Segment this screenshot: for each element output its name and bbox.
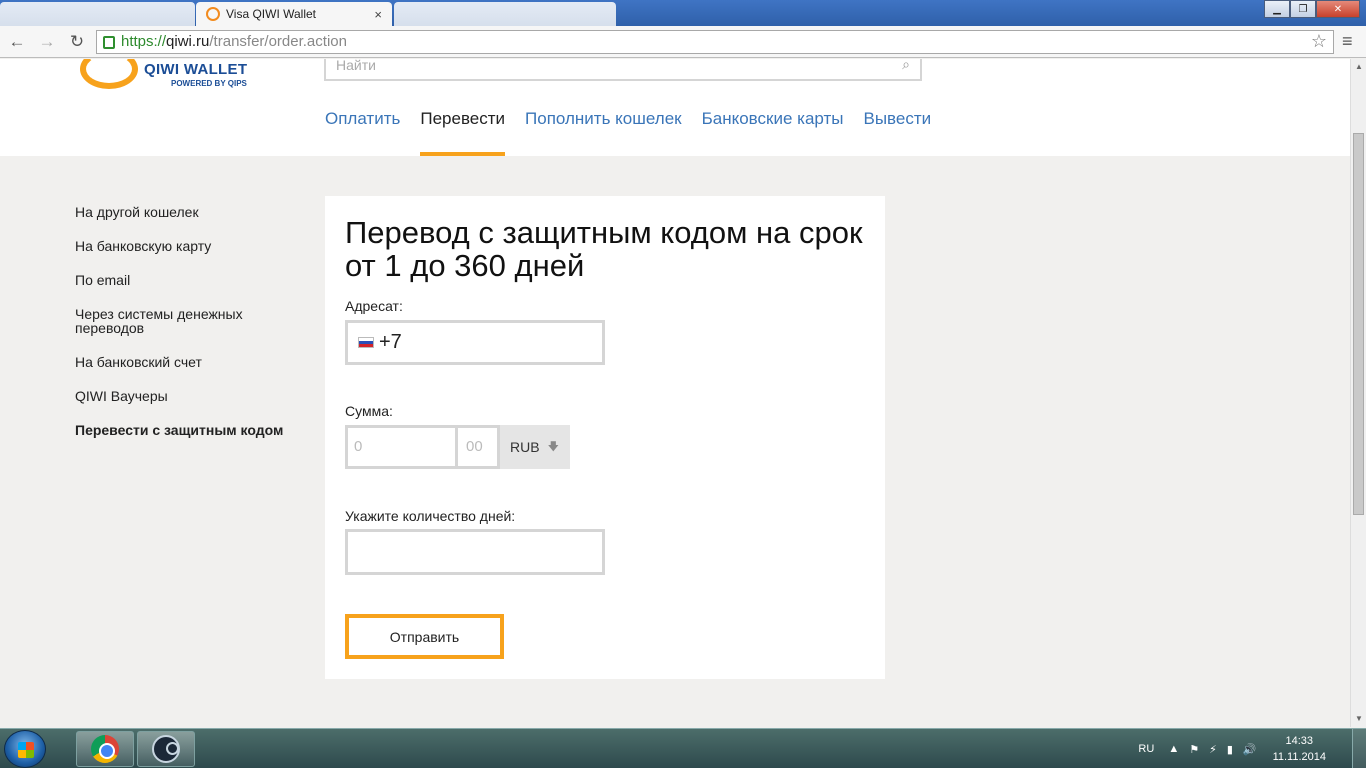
address-bar[interactable]: https:// qiwi.ru /transfer/order.action … (96, 29, 1334, 54)
qiwi-logo[interactable]: QIWI WALLET POWERED BY QIPS (80, 59, 260, 93)
submit-button[interactable]: Отправить (345, 614, 504, 659)
sidenav-item-vouchers[interactable]: QIWI Ваучеры (75, 389, 315, 403)
tab-title: Visa QIWI Wallet (226, 7, 317, 21)
steam-icon (152, 735, 180, 763)
sidenav-item-money-transfer-systems[interactable]: Через системы денежных переводов (75, 307, 275, 335)
russia-flag-icon[interactable] (358, 337, 374, 348)
scroll-up-icon[interactable]: ▲ (1351, 59, 1366, 75)
sidenav-item-bank-card[interactable]: На банковскую карту (75, 239, 315, 253)
action-center-flag-icon[interactable]: ⚑ (1189, 743, 1199, 756)
reload-icon[interactable]: ↻ (64, 29, 90, 55)
page-scrollbar[interactable]: ▲ ▼ (1350, 59, 1366, 727)
start-button[interactable] (4, 730, 46, 768)
taskbar-chrome[interactable] (76, 731, 134, 767)
language-indicator[interactable]: RU (1138, 743, 1154, 755)
nav-transfer[interactable]: Перевести (420, 109, 505, 156)
currency-select[interactable]: RUB 🡇 (500, 425, 570, 469)
show-hidden-icons-icon[interactable]: ▲ (1168, 743, 1179, 755)
arrow-down-icon: 🡇 (547, 440, 559, 453)
browser-tabstrip: Visa QIWI Wallet × ▁ ❐ ✕ (0, 0, 1366, 26)
currency-value: RUB (510, 439, 540, 455)
search-input[interactable]: Найти ⌕ (324, 59, 922, 81)
network-signal-icon[interactable]: ▮ (1227, 743, 1233, 756)
days-input[interactable] (345, 529, 605, 575)
system-tray: RU ▲ ⚑ ⚡ ▮ 🔊 14:33 11.11.2014 (1138, 729, 1366, 768)
windows-taskbar: RU ▲ ⚑ ⚡ ▮ 🔊 14:33 11.11.2014 (0, 728, 1366, 768)
browser-toolbar: ← → ↻ https:// qiwi.ru /transfer/order.a… (0, 26, 1366, 58)
nav-bank-cards[interactable]: Банковские карты (702, 109, 844, 156)
sidenav-item-other-wallet[interactable]: На другой кошелек (75, 205, 315, 219)
page: QIWI WALLET POWERED BY QIPS Найти ⌕ Опла… (0, 59, 1350, 727)
taskbar-steam[interactable] (137, 731, 195, 767)
tab-close-icon[interactable]: × (374, 7, 382, 22)
sidenav-item-protected-transfer[interactable]: Перевести с защитным кодом (75, 423, 315, 437)
amount-label: Сумма: (345, 403, 393, 419)
back-icon[interactable]: ← (4, 29, 30, 55)
clock[interactable]: 14:33 11.11.2014 (1273, 733, 1326, 765)
amount-decimal-input[interactable]: 00 (458, 425, 500, 469)
show-desktop-button[interactable] (1352, 729, 1366, 768)
sidenav-item-bank-account[interactable]: На банковский счет (75, 355, 315, 369)
recipient-label: Адресат: (345, 298, 403, 314)
maximize-button[interactable]: ❐ (1290, 0, 1316, 18)
transfer-form-card: Перевод с защитным кодом на срок от 1 до… (325, 196, 885, 679)
url-host: qiwi.ru (166, 33, 210, 50)
phone-prefix: +7 (379, 331, 402, 353)
url-scheme: https:// (121, 33, 167, 50)
main-nav: Оплатить Перевести Пополнить кошелек Бан… (325, 109, 951, 156)
page-title: Перевод с защитным кодом на срок от 1 до… (345, 215, 863, 283)
search-placeholder: Найти (336, 59, 376, 73)
tab-active[interactable]: Visa QIWI Wallet × (196, 2, 392, 26)
nav-topup-wallet[interactable]: Пополнить кошелек (525, 109, 682, 156)
nav-withdraw[interactable]: Вывести (863, 109, 931, 156)
logo-subtitle: POWERED BY QIPS (171, 79, 247, 88)
sidenav-item-email[interactable]: По email (75, 273, 315, 287)
url-path: /transfer/order.action (209, 33, 347, 50)
scroll-down-icon[interactable]: ▼ (1351, 711, 1366, 727)
amount-integer-input[interactable]: 0 (345, 425, 458, 469)
window-controls: ▁ ❐ ✕ (1264, 0, 1360, 18)
logo-text: QIWI WALLET (144, 61, 248, 78)
transfer-sidenav: На другой кошелек На банковскую карту По… (75, 205, 315, 457)
close-window-button[interactable]: ✕ (1316, 0, 1360, 18)
days-label: Укажите количество дней: (345, 508, 516, 524)
search-icon[interactable]: ⌕ (902, 59, 910, 73)
scroll-thumb[interactable] (1353, 133, 1364, 515)
site-header: QIWI WALLET POWERED BY QIPS Найти ⌕ Опла… (0, 59, 1350, 156)
qiwi-logo-mark-icon (80, 59, 138, 89)
qiwi-favicon-icon (206, 7, 220, 21)
recipient-phone-input[interactable]: +7 (345, 320, 605, 365)
clock-date: 11.11.2014 (1272, 751, 1326, 763)
tab-blurred-right[interactable] (394, 2, 616, 26)
chrome-icon (91, 735, 119, 763)
nav-pay[interactable]: Оплатить (325, 109, 400, 156)
lock-icon (103, 36, 115, 49)
volume-icon[interactable]: 🔊 (1243, 743, 1257, 756)
minimize-button[interactable]: ▁ (1264, 0, 1290, 18)
forward-icon[interactable]: → (34, 29, 60, 55)
chrome-menu-icon[interactable]: ≡ (1342, 31, 1353, 52)
power-icon[interactable]: ⚡ (1209, 743, 1217, 756)
bookmark-star-icon[interactable]: ☆ (1311, 31, 1327, 52)
tab-blurred-left[interactable] (0, 2, 195, 26)
clock-time: 14:33 (1285, 735, 1314, 747)
